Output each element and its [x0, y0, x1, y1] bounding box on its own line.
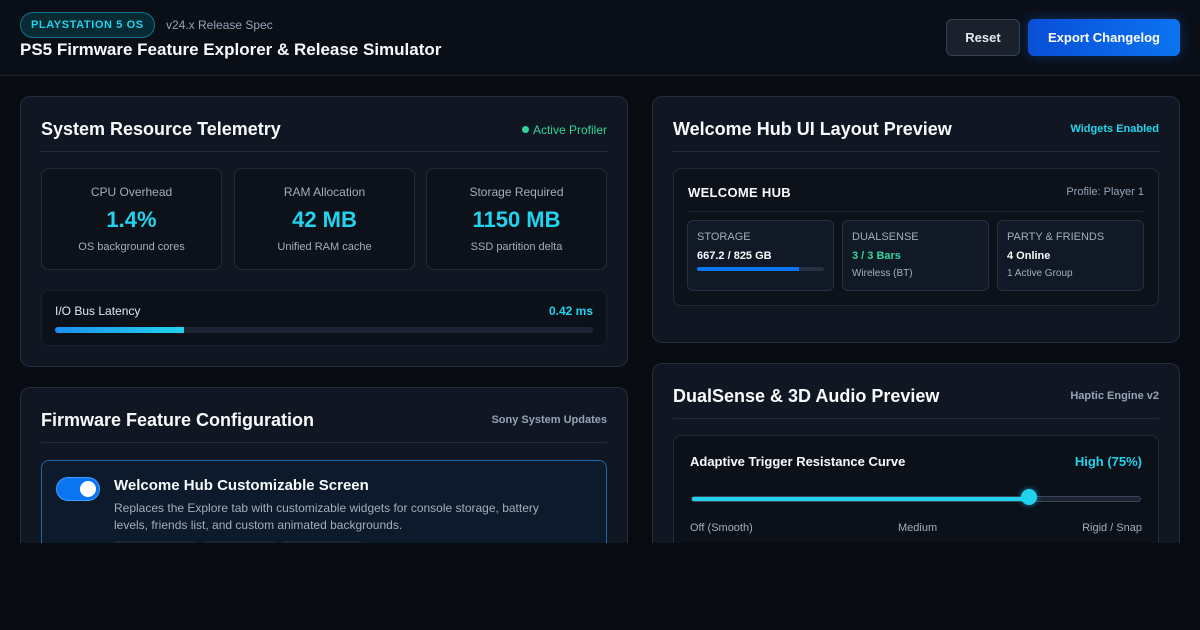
- divider: [41, 151, 607, 152]
- divider: [688, 211, 1144, 212]
- storage-progress-bar: [697, 267, 824, 271]
- latency-progress-bar: [55, 327, 593, 333]
- scale-label-high: Rigid / Snap: [1082, 522, 1142, 534]
- firmware-title: Firmware Feature Configuration: [41, 410, 315, 430]
- welcome-hub-mock: WELCOME HUB Profile: Player 1 STORAGE 66…: [673, 168, 1159, 306]
- metric-caption: SSD partition delta: [470, 241, 563, 253]
- feature-toggle[interactable]: [56, 477, 100, 501]
- export-changelog-button[interactable]: Export Changelog: [1028, 19, 1180, 56]
- welcome-hub-preview-card: Welcome Hub UI Layout Preview Widgets En…: [652, 96, 1180, 343]
- io-latency-panel: I/O Bus Latency 0.42 ms: [41, 290, 607, 346]
- feature-description: Replaces the Explore tab with customizab…: [114, 501, 539, 532]
- widgets-status-tag: Widgets Enabled: [1070, 123, 1159, 135]
- hub-title: WELCOME HUB: [688, 185, 791, 200]
- metric-label: Storage Required: [469, 185, 564, 199]
- haptic-engine-tag: Haptic Engine v2: [1070, 390, 1159, 402]
- metric-label: RAM Allocation: [283, 185, 366, 199]
- widget-label: PARTY & FRIENDS: [1007, 231, 1105, 243]
- status-dot-icon: [521, 126, 529, 133]
- widget-label: DUALSENSE: [852, 231, 919, 243]
- trigger-slider-fill: [692, 497, 1028, 501]
- widget-label: STORAGE: [697, 231, 751, 243]
- app-header: PLAYSTATION 5 OS v24.x Release Spec PS5 …: [0, 0, 1200, 76]
- trigger-value: High (75%): [1074, 454, 1142, 469]
- trigger-slider-handle[interactable]: [1020, 489, 1037, 505]
- scale-label-mid: Medium: [898, 522, 938, 534]
- metric-value: 42 MB: [292, 207, 357, 232]
- reset-button[interactable]: Reset: [946, 19, 1020, 56]
- welcome-title: Welcome Hub UI Layout Preview: [673, 119, 952, 139]
- trigger-label: Adaptive Trigger Resistance Curve: [690, 454, 906, 469]
- widget-caption: 1 Active Group: [1007, 268, 1073, 279]
- profiler-status: Active Profiler: [521, 123, 607, 137]
- widget-value: 667.2 / 825 GB: [697, 250, 772, 262]
- hub-profile: Profile: Player 1: [1066, 186, 1144, 198]
- metric-caption: OS background cores: [78, 241, 185, 253]
- widget-storage[interactable]: STORAGE 667.2 / 825 GB: [687, 220, 834, 291]
- page-title: PS5 Firmware Feature Explorer & Release …: [20, 40, 442, 59]
- metric-value: 1150 MB: [472, 207, 561, 232]
- widget-party-friends[interactable]: PARTY & FRIENDS 4 Online 1 Active Group: [997, 220, 1144, 291]
- latency-value: 0.42 ms: [548, 304, 593, 318]
- storage-progress-fill: [697, 267, 799, 271]
- widget-value: 3 / 3 Bars: [852, 250, 901, 262]
- latency-progress-fill: [55, 327, 185, 333]
- widget-value: 4 Online: [1007, 250, 1051, 262]
- divider: [673, 418, 1159, 419]
- profiler-status-label: Active Profiler: [532, 123, 607, 137]
- system-telemetry-card: System Resource Telemetry Active Profile…: [20, 96, 628, 367]
- os-badge: PLAYSTATION 5 OS: [20, 12, 155, 38]
- audio-title: DualSense & 3D Audio Preview: [673, 386, 940, 406]
- widget-dualsense[interactable]: DUALSENSE 3 / 3 Bars Wireless (BT): [842, 220, 989, 291]
- metric-ram-allocation: RAM Allocation 42 MB Unified RAM cache: [234, 168, 415, 270]
- telemetry-title: System Resource Telemetry: [41, 119, 281, 139]
- metric-label: CPU Overhead: [90, 185, 173, 199]
- metric-value: 1.4%: [106, 207, 157, 232]
- viewport-bottom: [0, 543, 1200, 630]
- scale-label-low: Off (Smooth): [690, 522, 753, 534]
- divider: [41, 442, 607, 443]
- metric-cpu-overhead: CPU Overhead 1.4% OS background cores: [41, 168, 222, 270]
- metric-storage-required: Storage Required 1150 MB SSD partition d…: [426, 168, 607, 270]
- divider: [673, 151, 1159, 152]
- trigger-slider-track[interactable]: [691, 496, 1141, 502]
- feature-title: Welcome Hub Customizable Screen: [114, 477, 369, 494]
- latency-label: I/O Bus Latency: [55, 304, 141, 318]
- widget-caption: Wireless (BT): [852, 268, 913, 279]
- release-spec-label: v24.x Release Spec: [166, 18, 273, 32]
- toggle-knob: [80, 481, 96, 497]
- firmware-source-tag: Sony System Updates: [491, 414, 607, 426]
- metric-caption: Unified RAM cache: [277, 241, 372, 253]
